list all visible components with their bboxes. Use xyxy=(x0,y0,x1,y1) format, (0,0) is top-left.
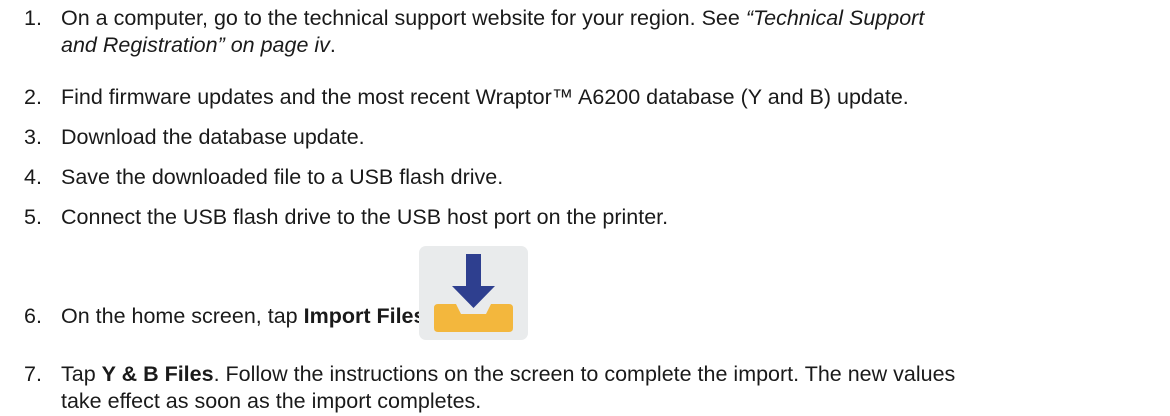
step-number: 1. xyxy=(24,6,42,30)
step-text: On a computer, go to the technical suppo… xyxy=(61,5,1161,59)
step-7-continuation: take effect as soon as the import comple… xyxy=(61,389,482,413)
step-1-period: . xyxy=(329,33,336,57)
step-text: Download the database update. xyxy=(61,125,365,149)
step-number: 2. xyxy=(24,85,42,109)
step-text: Connect the USB flash drive to the USB h… xyxy=(61,205,669,229)
support-reference-link-continued[interactable]: and Registration” on page iv xyxy=(61,33,330,57)
step-number: 3. xyxy=(24,125,42,149)
step-text: On the home screen, tap Import Files. xyxy=(61,303,1161,330)
step-number: 4. xyxy=(24,165,42,189)
step-text: Find firmware updates and the most recen… xyxy=(61,85,909,109)
y-and-b-files-label: Y & B Files xyxy=(101,362,214,386)
step-text: Tap Y & B Files. Follow the instructions… xyxy=(61,361,1161,415)
step-1-text: On a computer, go to the technical suppo… xyxy=(61,6,746,30)
step-7-text: Tap xyxy=(61,362,102,386)
step-7-instructions: . Follow the instructions on the screen … xyxy=(213,362,956,386)
step-number: 5. xyxy=(24,205,42,229)
step-text: Save the downloaded file to a USB flash … xyxy=(61,165,504,189)
import-files-icon xyxy=(419,246,528,340)
import-files-label: Import Files xyxy=(303,304,426,328)
support-reference-link[interactable]: “Technical Support xyxy=(746,6,924,30)
step-number: 6. xyxy=(24,304,42,328)
download-tray-icon xyxy=(434,254,513,332)
step-6-text: On the home screen, tap xyxy=(61,304,304,328)
step-number: 7. xyxy=(24,362,42,386)
